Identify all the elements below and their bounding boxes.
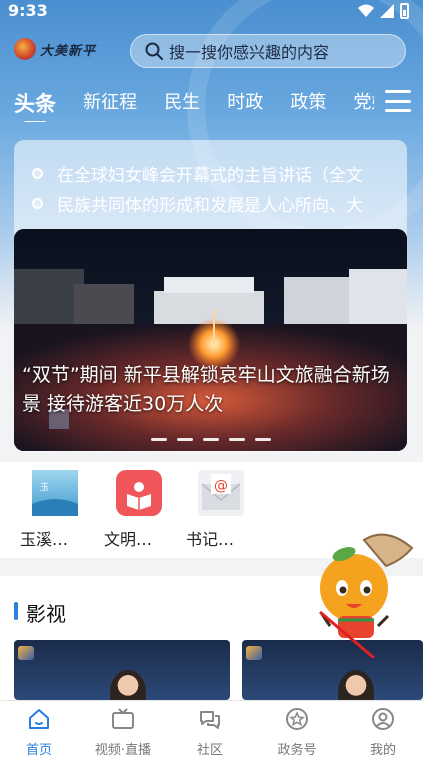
carousel-dot[interactable]	[150, 438, 167, 441]
channel-tabs: 头条 新征程 民生 时政 政策 党媒	[14, 88, 374, 122]
chat-bubbles-icon	[200, 711, 220, 729]
logo-text: 大美新平	[40, 43, 97, 59]
badge-star-icon	[286, 708, 308, 730]
video-presenter	[110, 670, 146, 700]
tab-zhengce[interactable]: 政策	[290, 88, 326, 114]
tab-government[interactable]: 政务号	[262, 707, 332, 758]
orange-mascot-icon[interactable]	[316, 530, 420, 658]
carousel-indicator	[14, 438, 407, 441]
search-placeholder: 搜一搜你感兴趣的内容	[169, 43, 330, 62]
battery-icon	[400, 3, 409, 19]
bullet-dot-icon	[32, 167, 43, 179]
carousel-dot[interactable]	[176, 438, 193, 441]
profile-icon	[372, 708, 394, 730]
status-time: 9:33	[8, 1, 48, 20]
ticker-text: 在全球妇女峰会开幕式的主旨讲话（全文	[57, 165, 363, 186]
tab-label: 首页	[25, 743, 52, 758]
news-banner[interactable]: “双节”期间 新平县解锁哀牢山文旅融合新场景 接待游客近30万人次	[14, 229, 407, 451]
home-icon	[29, 709, 49, 729]
signal-icon	[380, 4, 394, 18]
app-logo[interactable]: 大美新平	[14, 38, 96, 60]
tab-label: 视频·直播	[94, 743, 152, 758]
carousel-dot[interactable]	[254, 438, 271, 441]
tab-dangmei[interactable]: 党媒	[353, 88, 374, 114]
ticker-text: 民族共同体的形成和发展是人心所向、大	[57, 195, 363, 216]
wifi-icon	[358, 4, 374, 17]
tv-icon	[112, 708, 134, 729]
section-title: 影视	[26, 602, 66, 626]
app-yuxi[interactable]: 玉 玉溪…	[20, 470, 90, 550]
tab-home[interactable]: 首页	[4, 707, 74, 758]
tab-community[interactable]: 社区	[175, 707, 245, 758]
tab-label: 社区	[196, 743, 223, 758]
channel-logo-icon	[246, 646, 262, 660]
app-label: 书记…	[186, 530, 235, 549]
video-card[interactable]	[14, 640, 230, 700]
search-input[interactable]: 搜一搜你感兴趣的内容	[130, 34, 406, 68]
search-icon	[145, 42, 163, 60]
status-bar: 9:33	[0, 0, 423, 22]
mailbox-envelope-app-icon: @	[198, 470, 244, 516]
app-label: 文明…	[104, 530, 153, 549]
app-label: 玉溪…	[20, 530, 69, 549]
section-accent-bar	[14, 602, 18, 620]
status-icons	[358, 3, 409, 19]
banner-caption: “双节”期间 新平县解锁哀牢山文旅融合新场景 接待游客近30万人次	[22, 364, 390, 415]
ticker-item[interactable]: 在全球妇女峰会开幕式的主旨讲话（全文	[32, 158, 402, 188]
app-shuji[interactable]: @ 书记…	[186, 470, 256, 550]
svg-text:玉: 玉	[40, 482, 49, 493]
tab-label: 政务号	[277, 743, 317, 758]
tab-xinzhengcheng[interactable]: 新征程	[83, 88, 137, 114]
civilization-book-app-icon	[116, 470, 162, 516]
logo-mark-icon	[14, 38, 36, 60]
bullet-dot-icon	[32, 197, 43, 209]
bottom-tab-bar: 首页 视频·直播 社区 政务号 我的	[0, 700, 423, 758]
headline-ticker: 在全球妇女峰会开幕式的主旨讲话（全文 民族共同体的形成和发展是人心所向、大	[32, 158, 402, 218]
carousel-dot[interactable]	[202, 438, 219, 441]
tab-shizheng[interactable]: 时政	[227, 88, 263, 114]
svg-text:@: @	[214, 478, 228, 494]
tab-minsheng[interactable]: 民生	[164, 88, 200, 114]
channel-logo-icon	[18, 646, 34, 660]
tab-toutiao[interactable]: 头条	[14, 88, 56, 122]
tab-profile[interactable]: 我的	[348, 707, 418, 758]
app-wenming[interactable]: 文明…	[104, 470, 174, 550]
yuxi-news-app-icon: 玉	[32, 470, 78, 516]
tab-label: 我的	[369, 743, 396, 758]
video-presenter	[338, 670, 374, 700]
tab-video-live[interactable]: 视频·直播	[88, 707, 158, 758]
ticker-item[interactable]: 民族共同体的形成和发展是人心所向、大	[32, 188, 402, 218]
carousel-dot[interactable]	[228, 438, 245, 441]
channel-menu-icon[interactable]	[385, 90, 411, 112]
